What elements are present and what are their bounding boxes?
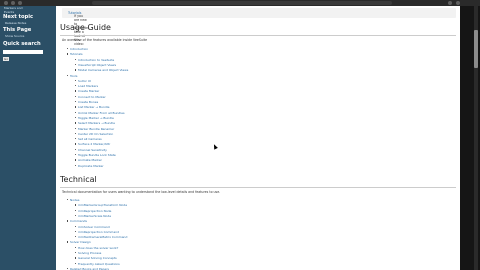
toc-link[interactable]: Introduction to VeeSuite <box>78 58 114 62</box>
toc-link[interactable]: Frequently Asked Questions <box>78 262 120 266</box>
toc-link[interactable]: Surface 2 Marker/Attr <box>78 142 110 146</box>
toc-link[interactable]: Animate Marker <box>78 158 102 162</box>
scrollbar-thumb[interactable] <box>474 30 478 68</box>
usage-guide-title: Usage Guide <box>60 23 111 32</box>
technical-description: Technical documentation for users wantin… <box>62 190 221 194</box>
list-bullet <box>67 199 69 201</box>
search-input[interactable] <box>3 50 43 54</box>
toc-link[interactable]: Connect to Marker <box>78 95 106 99</box>
this-page-heading: This Page <box>3 27 32 33</box>
toc-link[interactable]: mmMarkerScale Node <box>78 214 111 218</box>
list-bullet <box>75 148 77 151</box>
list-bullet <box>75 230 77 233</box>
list-bullet <box>75 106 77 108</box>
list-bullet <box>75 85 77 87</box>
list-bullet <box>67 241 69 243</box>
next-topic-link[interactable]: Release Notes <box>5 21 26 25</box>
toc-link[interactable]: List Marker → Bundle <box>78 105 109 109</box>
toc-link[interactable]: How does the solver work? <box>78 246 118 250</box>
show-source-link[interactable]: Show Source <box>5 34 24 38</box>
toc-link[interactable]: Introduction <box>70 47 88 51</box>
toc-link[interactable]: Model Cameras and Object Views <box>78 68 128 72</box>
toc-link[interactable]: Tutorials <box>70 52 83 56</box>
list-bullet <box>75 58 77 60</box>
list-bullet <box>67 48 69 50</box>
list-bullet <box>75 257 77 259</box>
list-bullet <box>67 267 69 270</box>
toc-link[interactable]: mmSolver Command <box>78 225 110 229</box>
list-bullet <box>75 122 77 124</box>
list-bullet <box>75 154 77 156</box>
toc-link[interactable]: Nodes <box>70 198 79 202</box>
toc-link[interactable]: Solver Design <box>70 240 91 244</box>
extensions-icon[interactable] <box>448 1 452 5</box>
list-bullet <box>75 159 77 161</box>
toc-link[interactable]: mmTestCameraMatrix Command <box>78 235 127 239</box>
list-bullet <box>75 111 77 113</box>
toc-link[interactable]: Toggle Marker → Bundle <box>78 116 114 120</box>
toc-link[interactable]: Solving Process <box>78 251 101 255</box>
menu-icon[interactable] <box>456 1 460 5</box>
intro-note-text: If you are new to VeeSuite, take a look … <box>68 11 90 46</box>
list-bullet <box>75 138 77 140</box>
toc-link[interactable]: Suitor UI <box>78 79 91 83</box>
list-bullet <box>75 246 77 249</box>
list-bullet <box>75 262 77 264</box>
sidebar: Markers and Events Next topic Release No… <box>0 6 56 270</box>
list-bullet <box>67 220 69 222</box>
toc-link[interactable]: Create Marker <box>78 89 99 93</box>
technical-divider <box>60 187 456 188</box>
intro-note: If you are new to VeeSuite, take a look … <box>62 8 456 46</box>
list-bullet <box>75 236 77 238</box>
usage-divider <box>60 35 456 36</box>
technical-title: Technical <box>60 175 97 184</box>
toc-link[interactable]: Channel Sensitivity <box>78 148 107 152</box>
usage-description: An overview of the features available in… <box>62 38 148 42</box>
list-bullet <box>75 204 77 206</box>
list-bullet <box>75 214 77 217</box>
toc-link[interactable]: mmMarkerGroupTransform Node <box>78 203 127 207</box>
next-topic-heading: Next topic <box>3 14 34 20</box>
address-bar[interactable] <box>92 1 392 5</box>
list-bullet <box>75 252 77 254</box>
toc-link[interactable]: Center 2D On Selection <box>78 132 113 136</box>
search-go-button[interactable]: Go <box>3 57 9 61</box>
toc-link[interactable]: Set all Cameras <box>78 137 102 141</box>
toc-link[interactable]: Select Markers → Bundle <box>78 121 115 125</box>
list-bullet <box>75 127 77 129</box>
list-bullet <box>75 143 77 145</box>
list-bullet <box>75 63 77 66</box>
sidebar-topline[interactable]: Markers and Events <box>4 6 28 14</box>
list-bullet <box>75 69 77 71</box>
toc-link[interactable]: General Solving Concepts <box>78 256 117 260</box>
toc-link[interactable]: Load Markers <box>78 84 98 88</box>
list-bullet <box>75 209 77 211</box>
list-bullet <box>75 79 77 82</box>
toc-link[interactable]: Commands <box>70 219 87 223</box>
toc-link[interactable]: Create Bones <box>78 100 98 104</box>
toc-link[interactable]: Tools <box>70 74 77 78</box>
mouse-cursor <box>212 143 218 150</box>
list-bullet <box>75 132 77 135</box>
toc-link[interactable]: Unlink Marker From all Bundles <box>78 111 125 115</box>
toc-link[interactable]: Marker Bundle Renamer <box>78 127 114 131</box>
toc-link[interactable]: Duplicate Marker <box>78 164 104 168</box>
list-bullet <box>67 74 69 76</box>
toc-link[interactable]: Toggle Bundle Lock State <box>78 153 116 157</box>
list-bullet <box>67 53 69 55</box>
forward-icon[interactable] <box>11 1 15 5</box>
toc-link[interactable]: VisualScript Object Views <box>78 63 116 67</box>
list-bullet <box>75 164 77 166</box>
back-icon[interactable] <box>4 1 8 5</box>
main-content: If you are new to VeeSuite, take a look … <box>56 6 460 270</box>
toc-link[interactable]: mmReprojection Node <box>78 209 111 213</box>
list-bullet <box>75 116 77 119</box>
list-bullet <box>75 225 77 227</box>
list-bullet <box>75 90 77 92</box>
toc-link[interactable]: mmReprojection Command <box>78 230 119 234</box>
quick-search-heading: Quick search <box>3 41 41 47</box>
list-bullet <box>75 101 77 103</box>
reload-icon[interactable] <box>18 1 22 5</box>
list-bullet <box>75 95 77 98</box>
